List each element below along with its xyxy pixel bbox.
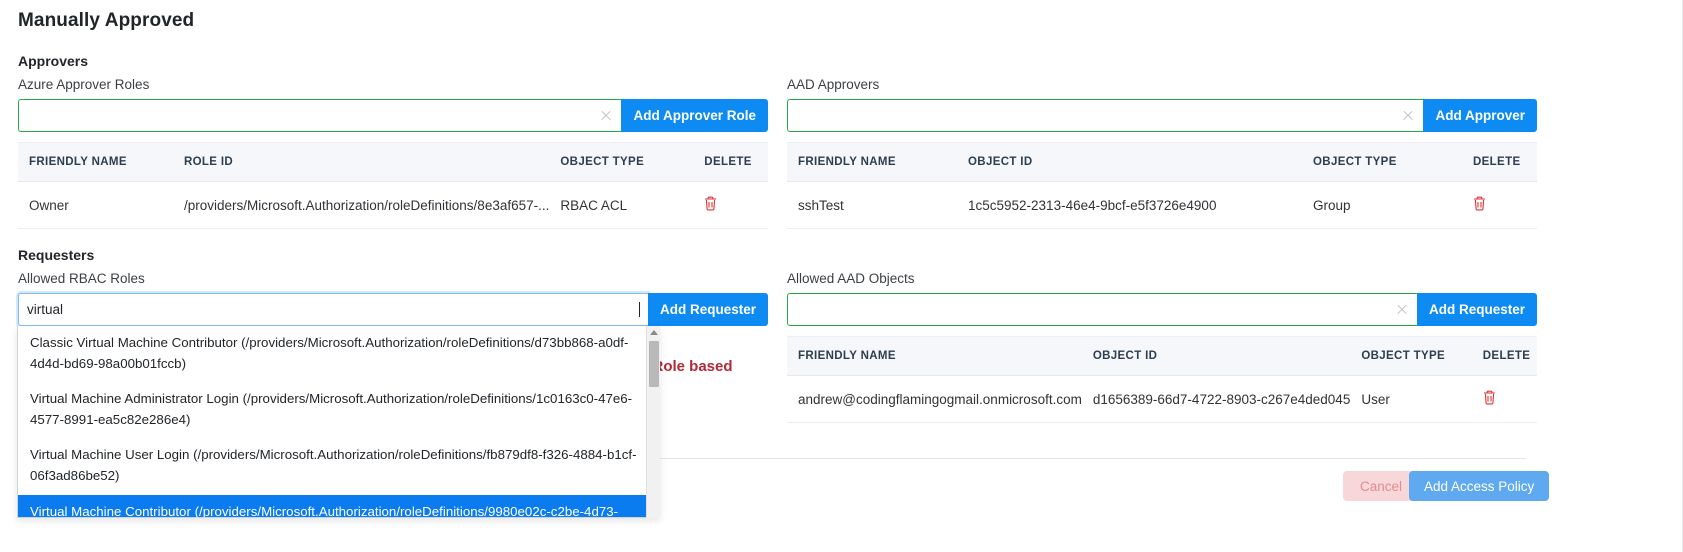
access-policy-form: Manually Approved Approvers Azure Approv…: [0, 0, 1683, 552]
clear-x-icon[interactable]: [1401, 109, 1415, 123]
col-object-id: OBJECT ID: [1081, 336, 1351, 376]
add-approver-button[interactable]: Add Approver: [1423, 99, 1537, 132]
table-row: andrew@codingflamingogmail.onmicrosoft.c…: [787, 375, 1537, 423]
cell-object-type: RBAC ACL: [549, 181, 694, 229]
clear-x-icon[interactable]: [1395, 303, 1409, 317]
add-approver-role-button[interactable]: Add Approver Role: [621, 99, 768, 132]
allowed-rbac-roles-input-value: virtual: [27, 302, 64, 317]
add-requester-rbac-button[interactable]: Add Requester: [647, 293, 768, 326]
allowed-aad-objects-input-group: Add Requester: [787, 293, 1537, 326]
cell-friendly-name: sshTest: [787, 181, 957, 229]
page-title: Manually Approved: [18, 10, 195, 31]
col-friendly-name: FRIENDLY NAME: [18, 142, 173, 182]
allowed-rbac-roles-label: Allowed RBAC Roles: [18, 271, 145, 286]
scrollbar-thumb[interactable]: [649, 341, 659, 387]
dropdown-option-selected[interactable]: Virtual Machine Contributor (/providers/…: [18, 494, 659, 517]
dropdown-option[interactable]: Classic Virtual Machine Contributor (/pr…: [18, 326, 659, 382]
aad-approvers-table: FRIENDLY NAME OBJECT ID OBJECT TYPE DELE…: [787, 142, 1537, 229]
cell-object-type: Group: [1302, 181, 1462, 229]
trash-icon[interactable]: [1473, 196, 1486, 213]
dropdown-option[interactable]: Virtual Machine User Login (/providers/M…: [18, 438, 659, 494]
dropdown-scrollbar[interactable]: [646, 326, 660, 518]
cell-object-type: User: [1350, 375, 1472, 423]
allowed-rbac-roles-input-group: virtual Add Requester: [18, 293, 768, 326]
rbac-roles-dropdown[interactable]: Classic Virtual Machine Contributor (/pr…: [17, 326, 660, 518]
azure-approver-roles-label: Azure Approver Roles: [18, 77, 150, 92]
col-role-id: ROLE ID: [172, 142, 550, 182]
cell-delete: [693, 181, 768, 229]
col-object-type: OBJECT TYPE: [1350, 336, 1472, 376]
allowed-rbac-roles-input[interactable]: virtual: [18, 293, 648, 326]
azure-approver-roles-input[interactable]: [18, 99, 622, 132]
trash-icon[interactable]: [1483, 390, 1496, 407]
cancel-button[interactable]: Cancel: [1343, 471, 1420, 501]
cell-object-id: d1656389-66d7-4722-8903-c267e4ded045: [1081, 375, 1351, 423]
col-friendly-name: FRIENDLY NAME: [787, 336, 1082, 376]
table-row: Owner /providers/Microsoft.Authorization…: [18, 181, 768, 229]
aad-approvers-input[interactable]: [787, 99, 1424, 132]
requesters-section-label: Requesters: [18, 247, 95, 263]
aad-approvers-input-group: Add Approver: [787, 99, 1537, 132]
table-header-row: FRIENDLY NAME OBJECT ID OBJECT TYPE DELE…: [787, 336, 1537, 376]
col-object-type: OBJECT TYPE: [1302, 142, 1462, 182]
add-requester-aad-button[interactable]: Add Requester: [1416, 293, 1537, 326]
table-header-row: FRIENDLY NAME OBJECT ID OBJECT TYPE DELE…: [787, 142, 1537, 182]
table-row: sshTest 1c5c5952-2313-46e4-9bcf-e5f3726e…: [787, 181, 1537, 229]
azure-approver-roles-input-group: Add Approver Role: [18, 99, 768, 132]
dropdown-option[interactable]: Virtual Machine Administrator Login (/pr…: [18, 382, 659, 438]
trash-icon[interactable]: [704, 196, 717, 213]
clear-x-icon[interactable]: [599, 109, 613, 123]
col-object-id: OBJECT ID: [957, 142, 1302, 182]
cell-friendly-name: Owner: [18, 181, 173, 229]
azure-approvers-table: FRIENDLY NAME ROLE ID OBJECT TYPE DELETE…: [18, 142, 768, 229]
allowed-aad-objects-table: FRIENDLY NAME OBJECT ID OBJECT TYPE DELE…: [787, 336, 1537, 423]
chevron-up-icon[interactable]: [650, 330, 658, 335]
text-caret: [638, 302, 640, 317]
col-object-type: OBJECT TYPE: [549, 142, 694, 182]
add-access-policy-button[interactable]: Add Access Policy: [1409, 471, 1550, 501]
cell-delete: [1471, 375, 1537, 423]
cell-object-id: 1c5c5952-2313-46e4-9bcf-e5f3726e4900: [957, 181, 1302, 229]
col-friendly-name: FRIENDLY NAME: [787, 142, 957, 182]
table-header-row: FRIENDLY NAME ROLE ID OBJECT TYPE DELETE: [18, 142, 768, 182]
col-delete: DELETE: [1462, 142, 1537, 182]
allowed-aad-objects-label: Allowed AAD Objects: [787, 271, 915, 286]
approvers-section-label: Approvers: [18, 53, 89, 69]
col-delete: DELETE: [693, 142, 768, 182]
allowed-aad-objects-input[interactable]: [787, 293, 1417, 326]
cell-delete: [1462, 181, 1537, 229]
col-delete: DELETE: [1471, 336, 1537, 376]
cell-role-id: /providers/Microsoft.Authorization/roleD…: [172, 181, 550, 229]
aad-approvers-label: AAD Approvers: [787, 77, 880, 92]
cell-friendly-name: andrew@codingflamingogmail.onmicrosoft.c…: [787, 375, 1082, 423]
